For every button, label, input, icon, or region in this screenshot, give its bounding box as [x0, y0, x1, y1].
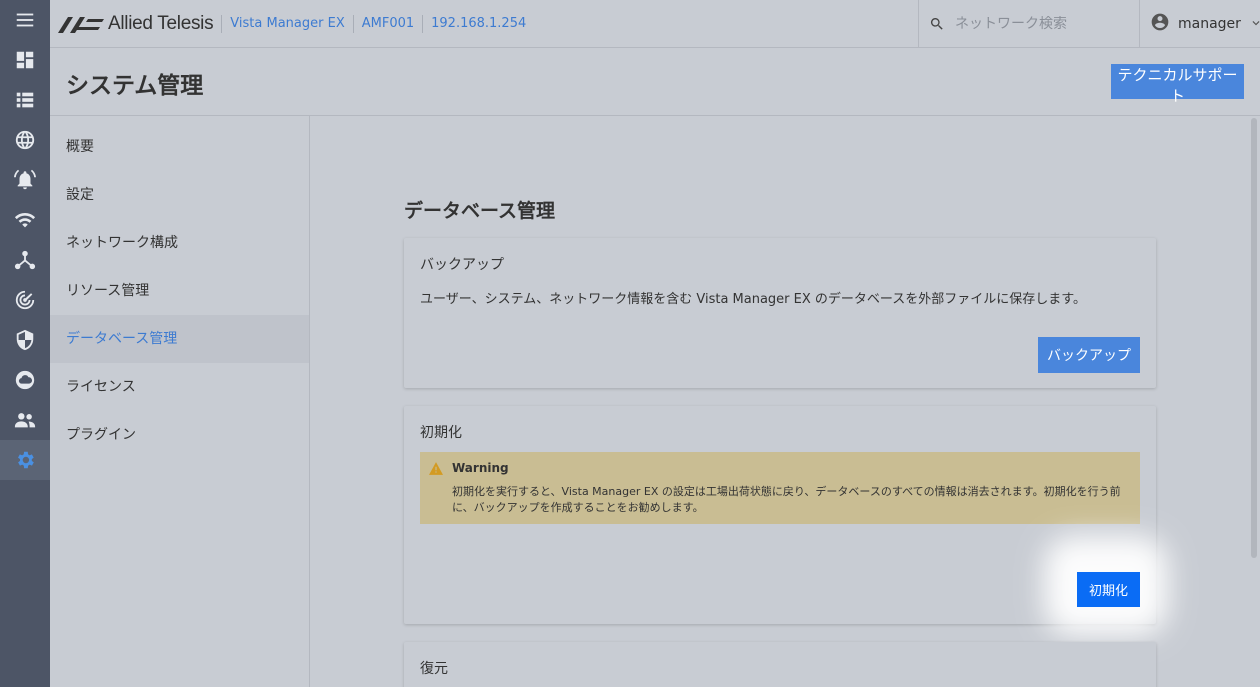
menu-button[interactable]	[0, 0, 50, 40]
top-bar: Allied Telesis Vista Manager EX AMF001 1…	[50, 0, 1260, 48]
nav-users[interactable]	[0, 400, 50, 440]
breadcrumb-product[interactable]: Vista Manager EX	[221, 14, 352, 33]
scrollbar[interactable]	[1251, 118, 1257, 558]
account-circle-icon	[1151, 13, 1169, 30]
main-content: データベース管理 バックアップ ユーザー、システム、ネットワーク情報を含む Vi…	[310, 116, 1260, 687]
network-search	[918, 0, 1140, 47]
backup-button[interactable]: バックアップ	[1038, 337, 1140, 373]
init-title: 初期化	[420, 425, 462, 441]
section-title: データベース管理	[404, 200, 556, 222]
chevron	[1241, 13, 1260, 34]
nav-radar[interactable]	[0, 280, 50, 320]
sidebar-item-database[interactable]: データベース管理	[50, 315, 309, 363]
sidebar-item-settings[interactable]: 設定	[50, 171, 309, 219]
warning-icon	[429, 462, 443, 475]
chevron-down-icon	[1252, 21, 1260, 26]
list-icon	[16, 92, 34, 108]
sidebar-item-resources[interactable]: リソース管理	[50, 267, 309, 315]
initialize-button[interactable]: 初期化	[1077, 572, 1140, 607]
sidebar-item-network-config[interactable]: ネットワーク構成	[50, 219, 309, 267]
warning-message: 初期化を実行すると、Vista Manager EX の設定は工場出荷状態に戻り…	[452, 485, 1121, 514]
warning-title: Warning	[452, 461, 509, 475]
search-input[interactable]	[955, 15, 1125, 32]
nav-list[interactable]	[0, 80, 50, 120]
wifi-icon	[14, 213, 36, 228]
settings-sidebar: 概要 設定 ネットワーク構成 リソース管理 データベース管理 ライセンス プラグ…	[50, 116, 310, 687]
alarm-icon	[14, 169, 36, 190]
page-title: システム管理	[66, 73, 204, 99]
breadcrumb: Vista Manager EX AMF001 192.168.1.254	[221, 14, 534, 33]
shield-icon	[16, 329, 34, 351]
restore-title: 復元	[420, 661, 448, 677]
globe-icon	[15, 130, 35, 150]
people-icon	[14, 413, 36, 428]
search-icon	[930, 17, 943, 30]
nav-alarms[interactable]	[0, 160, 50, 200]
radar-icon	[15, 290, 35, 310]
sidebar-item-license[interactable]: ライセンス	[50, 363, 309, 411]
nav-cloud[interactable]	[0, 360, 50, 400]
init-card: 初期化 Warning 初期化を実行すると、Vista Manager EX の…	[404, 406, 1168, 636]
user-menu[interactable]: manager	[1150, 0, 1260, 47]
nav-dashboard[interactable]	[0, 40, 50, 80]
username: manager	[1178, 15, 1241, 32]
nav-security[interactable]	[0, 320, 50, 360]
restore-card: 復元	[404, 642, 1156, 687]
backup-description: ユーザー、システム、ネットワーク情報を含む Vista Manager EX の…	[420, 292, 1086, 307]
menu-icon	[16, 13, 34, 27]
backup-title: バックアップ	[420, 257, 504, 273]
breadcrumb-ip[interactable]: 192.168.1.254	[422, 14, 534, 33]
avatar	[1150, 12, 1170, 36]
page-header: システム管理 テクニカルサポート	[50, 48, 1260, 116]
allied-telesis-logo-icon	[58, 16, 104, 33]
nav-wireless[interactable]	[0, 200, 50, 240]
nav-network[interactable]	[0, 120, 50, 160]
tech-support-button[interactable]: テクニカルサポート	[1111, 64, 1244, 105]
cloud-icon	[15, 370, 35, 390]
icon-rail	[0, 0, 50, 687]
gear-icon	[18, 451, 34, 469]
nav-settings[interactable]	[0, 440, 50, 480]
topology-icon	[14, 250, 36, 270]
logo-text: Allied Telesis	[108, 12, 214, 34]
sidebar-item-plugins[interactable]: プラグイン	[50, 411, 309, 459]
backup-card: バックアップ ユーザー、システム、ネットワーク情報を含む Vista Manag…	[404, 238, 1156, 388]
warning-box: Warning 初期化を実行すると、Vista Manager EX の設定は工…	[420, 452, 1140, 524]
breadcrumb-area[interactable]: AMF001	[352, 14, 422, 33]
dashboard-icon	[16, 51, 34, 69]
nav-topology[interactable]	[0, 240, 50, 280]
logo[interactable]: Allied Telesis	[58, 0, 214, 48]
sidebar-item-overview[interactable]: 概要	[50, 123, 309, 171]
